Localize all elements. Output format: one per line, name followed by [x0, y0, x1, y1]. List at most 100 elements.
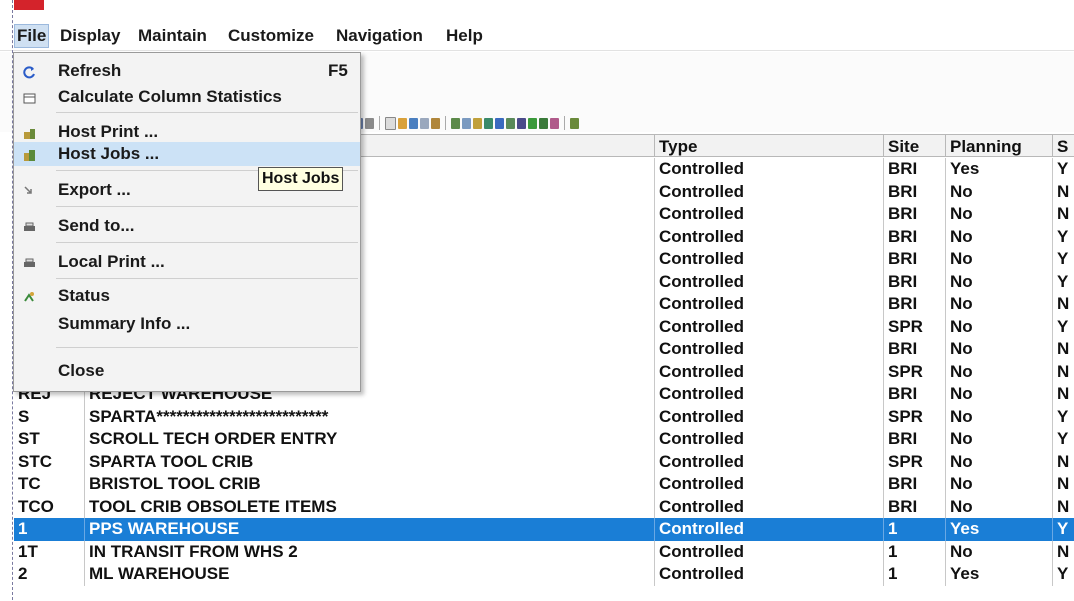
cell-code: 2 [18, 564, 28, 583]
local-print-icon [23, 255, 36, 268]
cell-site: 1 [883, 518, 945, 541]
chart-icon[interactable] [462, 117, 471, 129]
cell-s: N [1052, 495, 1074, 518]
cell-s: N [1052, 473, 1074, 496]
menu-item-calculate-column-statistics[interactable]: Calculate Column Statistics [14, 85, 360, 109]
menu-help[interactable]: Help [444, 26, 485, 46]
menu-item-status[interactable]: Status [14, 284, 360, 308]
grid-icon[interactable] [484, 117, 493, 129]
new-document-icon[interactable] [385, 116, 396, 130]
cell-type: Controlled [654, 293, 883, 316]
cell-planning: No [945, 473, 1052, 496]
cell-type: Controlled [654, 450, 883, 473]
cell-code: 1T [18, 541, 38, 561]
cell-s: N [1052, 450, 1074, 473]
menu-maintain[interactable]: Maintain [136, 26, 209, 46]
menu-item-send-to[interactable]: Send to... [14, 214, 360, 238]
table-row[interactable]: TC BRISTOL TOOL CRIB Controlled BRI No N [14, 473, 1074, 496]
menu-item-close[interactable]: Close [14, 359, 360, 383]
table-row[interactable]: S SPARTA************************** Control… [14, 405, 1074, 428]
cell-description: SPARTA TOOL CRIB [84, 450, 654, 473]
menu-navigation[interactable]: Navigation [334, 26, 425, 46]
table-row[interactable]: 1 PPS WAREHOUSE Controlled 1 Yes Y [14, 518, 1074, 541]
cell-site: SPR [883, 450, 945, 473]
menu-item-refresh[interactable]: Refresh F5 [14, 59, 360, 83]
cell-s: Y [1052, 563, 1074, 586]
back-icon[interactable] [539, 117, 548, 129]
column-header-planning[interactable]: Planning [945, 134, 1052, 157]
menu-customize[interactable]: Customize [226, 26, 316, 46]
send-to-icon [23, 219, 36, 232]
menu-file[interactable]: File [14, 24, 50, 48]
cell-site: BRI [883, 180, 945, 203]
cell-s: Y [1052, 518, 1074, 541]
cell-site: BRI [883, 338, 945, 361]
cell-s: N [1052, 360, 1074, 383]
analysis-icon[interactable] [570, 117, 579, 129]
file-menu-dropdown: Refresh F5 Calculate Column Statistics H… [13, 52, 361, 392]
cell-site: BRI [883, 225, 945, 248]
cell-s: N [1052, 293, 1074, 316]
table-icon[interactable] [495, 117, 504, 129]
cell-site: BRI [883, 428, 945, 451]
table-row[interactable]: STC SPARTA TOOL CRIB Controlled SPR No N [14, 450, 1074, 473]
cell-site: SPR [883, 315, 945, 338]
column-header-type[interactable]: Type [654, 134, 883, 157]
toolbar-icons [354, 114, 579, 132]
link-icon[interactable] [451, 117, 460, 129]
cell-s: Y [1052, 225, 1074, 248]
table-row[interactable]: ST SCROLL TECH ORDER ENTRY Controlled BRI No… [14, 428, 1074, 451]
cell-s: N [1052, 383, 1074, 406]
cell-s: N [1052, 540, 1074, 563]
menu-item-host-jobs[interactable]: Host Jobs ... [14, 142, 360, 166]
cell-type: Controlled [654, 518, 883, 541]
menu-item-host-print[interactable]: Host Print ... [14, 120, 360, 144]
cell-s: Y [1052, 270, 1074, 293]
title-bar [0, 0, 1074, 22]
cell-type: Controlled [654, 338, 883, 361]
cell-type: Controlled [654, 383, 883, 406]
menu-item-local-print[interactable]: Local Print ... [14, 250, 360, 274]
menu-bar: File Display Maintain Customize Navigati… [0, 22, 1074, 51]
cell-s: N [1052, 203, 1074, 226]
cell-type: Controlled [654, 473, 883, 496]
edit-icon[interactable] [409, 117, 418, 129]
menu-separator [56, 242, 358, 243]
cell-site: BRI [883, 293, 945, 316]
web-icon[interactable] [517, 117, 526, 129]
cell-description: SPARTA************************** [84, 405, 654, 428]
cell-code: TC [18, 474, 41, 493]
menu-item-summary-info[interactable]: Summary Info ... [14, 312, 360, 336]
menu-separator [56, 278, 358, 279]
table-row[interactable]: TCO TOOL CRIB OBSOLETE ITEMS Controlled BRI… [14, 495, 1074, 518]
cell-description: IN TRANSIT FROM WHS 2 [84, 540, 654, 563]
cell-type: Controlled [654, 225, 883, 248]
cell-type: Controlled [654, 563, 883, 586]
copy-icon[interactable] [431, 117, 440, 129]
printer-icon[interactable] [365, 117, 374, 129]
cell-planning: No [945, 450, 1052, 473]
globe-icon[interactable] [506, 117, 515, 129]
toolbar-separator [445, 116, 446, 130]
cell-s: N [1052, 338, 1074, 361]
cell-planning: Yes [945, 158, 1052, 181]
cell-type: Controlled [654, 540, 883, 563]
filter-icon[interactable] [420, 117, 429, 129]
column-header-site[interactable]: Site [883, 134, 945, 157]
menu-display[interactable]: Display [58, 26, 122, 46]
cell-planning: No [945, 360, 1052, 383]
cell-planning: No [945, 540, 1052, 563]
forward-icon[interactable] [528, 117, 537, 129]
host-jobs-tooltip: Host Jobs [258, 167, 344, 191]
cell-s: Y [1052, 405, 1074, 428]
pencil-icon[interactable] [398, 117, 407, 129]
app-logo-icon [14, 0, 44, 10]
report-icon[interactable] [550, 117, 559, 129]
tools-icon[interactable] [473, 117, 482, 129]
cell-code: S [18, 406, 30, 426]
cell-planning: No [945, 428, 1052, 451]
column-header-s[interactable]: S [1052, 134, 1074, 157]
table-row[interactable]: 1T IN TRANSIT FROM WHS 2 Controlled 1 No N [14, 540, 1074, 563]
table-row[interactable]: 2 ML WAREHOUSE Controlled 1 Yes Y [14, 563, 1074, 586]
statistics-icon [23, 90, 36, 104]
